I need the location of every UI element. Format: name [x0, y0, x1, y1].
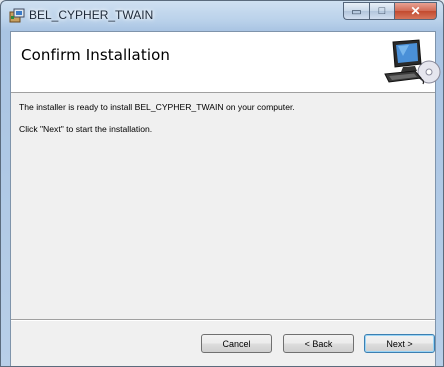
cancel-button[interactable]: Cancel	[201, 334, 272, 353]
next-button[interactable]: Next >	[364, 334, 435, 353]
maximize-button[interactable]: □	[369, 2, 394, 20]
page-title: Confirm Installation	[21, 46, 170, 64]
dialog-header: Confirm Installation	[11, 32, 441, 93]
computer-with-disc-icon	[384, 39, 441, 85]
back-button[interactable]: < Back	[283, 334, 354, 353]
dialog-client-area: Confirm Installation The installer is re…	[10, 31, 441, 366]
installer-app-icon	[9, 8, 25, 23]
title-bar[interactable]: BEL_CYPHER_TWAIN ▭ □ ✕	[1, 1, 443, 30]
dialog-body: The installer is ready to install BEL_CY…	[11, 93, 435, 319]
minimize-button[interactable]: ▭	[343, 2, 369, 20]
window-title: BEL_CYPHER_TWAIN	[29, 8, 154, 22]
close-icon: ✕	[410, 4, 421, 18]
installer-window: BEL_CYPHER_TWAIN ▭ □ ✕ Confirm Installat…	[0, 0, 444, 367]
maximize-icon: □	[378, 5, 386, 17]
caption-buttons: ▭ □ ✕	[343, 2, 437, 21]
footer-divider	[11, 319, 435, 321]
minimize-icon: ▭	[351, 5, 362, 18]
close-button[interactable]: ✕	[394, 2, 437, 20]
ready-message: The installer is ready to install BEL_CY…	[19, 102, 295, 112]
instruction-message: Click "Next" to start the installation.	[19, 124, 153, 134]
dialog-footer: Cancel < Back Next >	[11, 319, 435, 366]
